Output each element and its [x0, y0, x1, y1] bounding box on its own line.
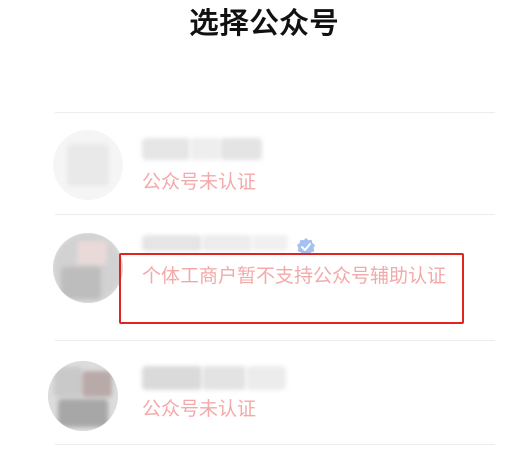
account-item-1[interactable]: 公众号未认证 [0, 113, 529, 214]
avatar [53, 130, 123, 200]
avatar [53, 233, 123, 303]
account-status: 公众号未认证 [142, 171, 257, 193]
highlight-annotation-box [119, 253, 464, 324]
account-status: 公众号未认证 [142, 398, 257, 420]
account-item-3[interactable]: 公众号未认证 [0, 341, 529, 444]
avatar [48, 361, 118, 431]
page-title: 选择公众号 [189, 6, 340, 40]
divider [55, 444, 495, 445]
